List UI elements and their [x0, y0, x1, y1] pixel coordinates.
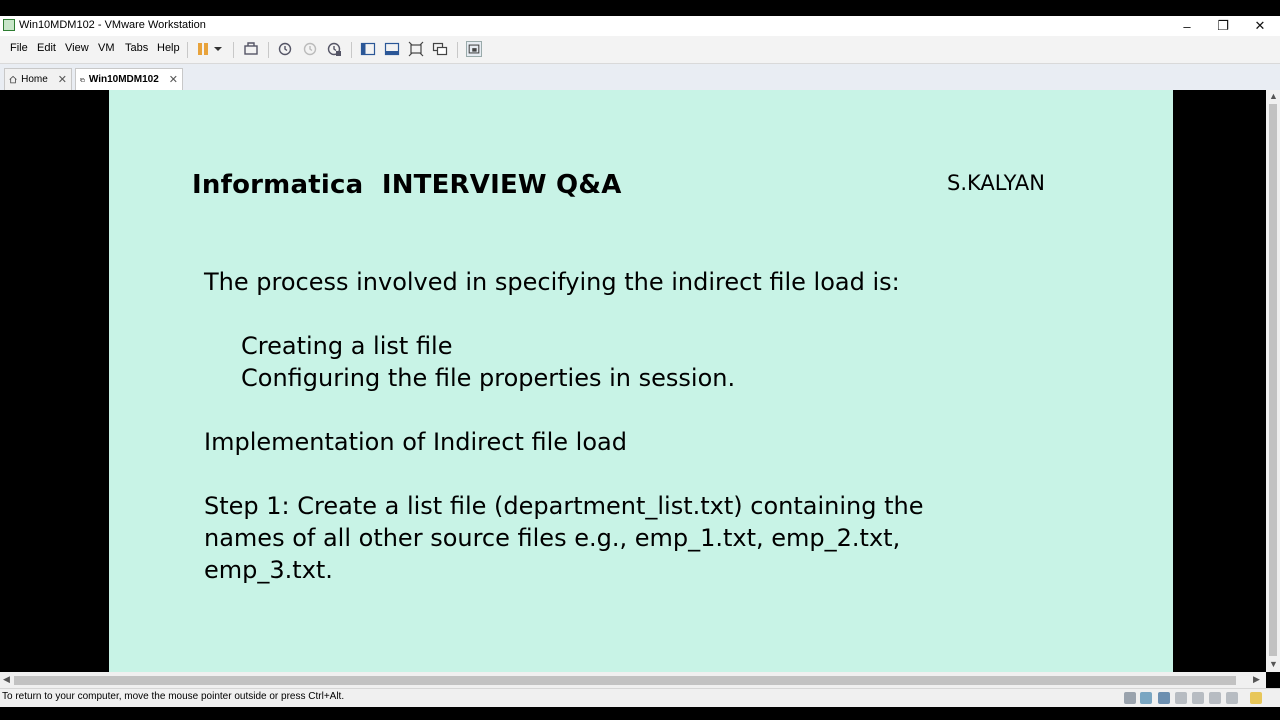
slide-line: Creating a list file [241, 332, 453, 360]
toolbar-separator [268, 42, 269, 58]
tab-home-close-icon[interactable]: ✕ [58, 73, 67, 86]
pause-icon[interactable] [195, 41, 211, 57]
unity-icon[interactable] [432, 41, 448, 57]
usb-controller-icon[interactable] [1175, 692, 1187, 704]
menu-view[interactable]: View [65, 42, 89, 54]
menu-tabs[interactable]: Tabs [125, 42, 148, 54]
toolbar-separator [457, 42, 458, 58]
printer-icon[interactable] [1209, 692, 1221, 704]
display-icon[interactable] [1226, 692, 1238, 704]
cd-dvd-icon[interactable] [1140, 692, 1152, 704]
tab-home[interactable]: Home ✕ [4, 68, 72, 90]
toolbar-separator [187, 42, 188, 58]
scroll-down-icon[interactable]: ▼ [1269, 659, 1278, 669]
menu-file[interactable]: File [10, 42, 28, 54]
menu-edit[interactable]: Edit [37, 42, 56, 54]
slide-title: Informatica INTERVIEW Q&A [192, 170, 622, 200]
scroll-left-icon[interactable]: ◀ [3, 674, 10, 685]
sound-card-icon[interactable] [1192, 692, 1204, 704]
vertical-scroll-thumb[interactable] [1269, 104, 1277, 656]
slide-author: S.KALYAN [947, 171, 1045, 195]
scroll-up-icon[interactable]: ▲ [1269, 91, 1278, 101]
slide-line: Implementation of Indirect file load [204, 428, 627, 456]
tab-vm-label: Win10MDM102 [88, 74, 159, 85]
revert-snapshot-icon[interactable] [302, 41, 318, 57]
tab-vm-close-icon[interactable]: ✕ [169, 73, 178, 86]
menu-bar: File Edit View VM Tabs Help [0, 36, 1280, 64]
horizontal-scrollbar[interactable]: ◀ ▶ [0, 672, 1266, 688]
slide-line: emp_3.txt. [204, 556, 333, 584]
message-log-icon[interactable] [1250, 692, 1262, 704]
full-screen-icon[interactable] [408, 41, 424, 57]
tab-vm[interactable]: Win10MDM102 ✕ [75, 68, 183, 90]
window-title-bar: Win10MDM102 - VMware Workstation – ❐ ✕ [0, 16, 1280, 36]
window-title: Win10MDM102 - VMware Workstation [19, 19, 206, 31]
vertical-scrollbar[interactable]: ▲ ▼ [1266, 90, 1280, 672]
vmware-app-icon [3, 19, 15, 31]
slide-line: The process involved in specifying the i… [204, 268, 900, 296]
scroll-right-icon[interactable]: ▶ [1253, 674, 1260, 685]
close-button[interactable]: ✕ [1242, 16, 1278, 36]
thumbnail-bar-icon[interactable] [384, 41, 400, 57]
slide-line: Step 1: Create a list file (department_l… [204, 492, 924, 520]
menu-vm[interactable]: VM [98, 42, 115, 54]
tab-home-label: Home [21, 74, 48, 85]
snapshot-icon[interactable] [277, 41, 293, 57]
home-icon [9, 75, 17, 84]
hard-disk-icon[interactable] [1124, 692, 1136, 704]
tab-strip: Home ✕ Win10MDM102 ✕ [0, 64, 1280, 91]
slide-line: names of all other source files e.g., em… [204, 524, 901, 552]
toolbar-separator [351, 42, 352, 58]
restore-button[interactable]: ❐ [1205, 16, 1241, 36]
chevron-down-icon[interactable] [212, 41, 224, 57]
vm-icon [80, 77, 85, 82]
slide-line: Configuring the file properties in sessi… [241, 364, 736, 392]
send-keys-icon[interactable] [243, 41, 259, 57]
toolbar-separator [233, 42, 234, 58]
network-adapter-icon[interactable] [1158, 692, 1170, 704]
horizontal-scroll-thumb[interactable] [14, 676, 1236, 685]
status-message: To return to your computer, move the mou… [2, 691, 345, 702]
minimize-button[interactable]: – [1169, 16, 1205, 36]
status-bar: To return to your computer, move the mou… [0, 688, 1280, 707]
console-view-icon[interactable] [466, 41, 482, 57]
library-view-icon[interactable] [360, 41, 376, 57]
menu-help[interactable]: Help [157, 42, 180, 54]
snapshot-manager-icon[interactable] [326, 41, 342, 57]
